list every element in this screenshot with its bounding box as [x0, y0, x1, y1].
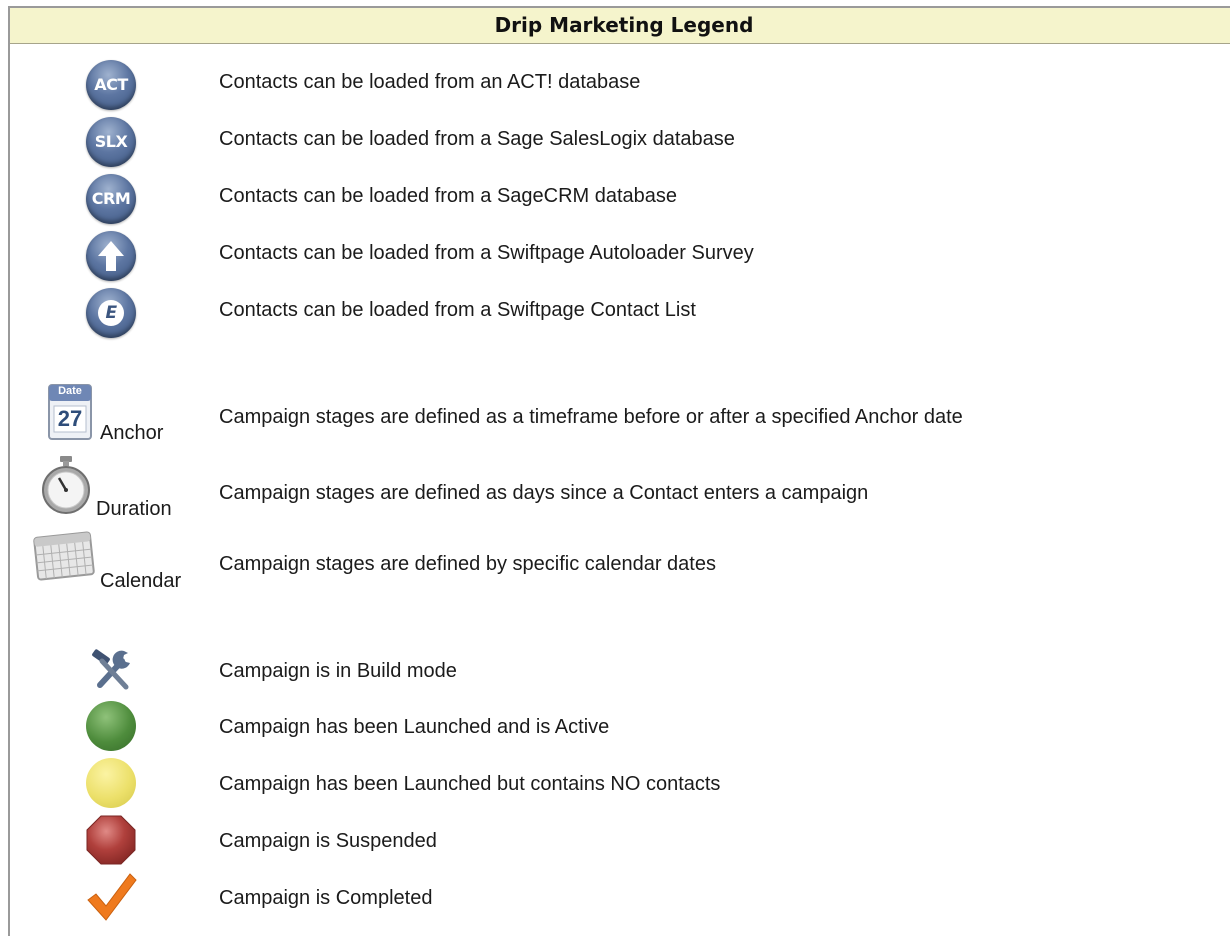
slx-badge-glyph: SLX — [94, 132, 128, 151]
legend-row-active: Campaign has been Launched and is Active — [10, 697, 1230, 753]
legend-text: Campaign has been Launched and is Active — [219, 716, 610, 738]
legend-panel: Drip Marketing Legend ACT Contacts can b… — [8, 6, 1230, 936]
legend-text: Campaign stages are defined as days sinc… — [219, 482, 869, 504]
legend-text: Campaign is Completed — [219, 887, 433, 909]
act-badge-glyph: ACT — [94, 75, 128, 94]
legend-row-act: ACT Contacts can be loaded from an ACT! … — [10, 56, 1230, 112]
legend-text: Campaign stages are defined by specific … — [219, 553, 716, 575]
anchor-date-icon: Date 27 — [48, 384, 92, 440]
e-badge-icon: E — [80, 284, 144, 340]
legend-row-contact-list: E Contacts can be loaded from a Swiftpag… — [10, 284, 1230, 340]
e-badge-glyph: E — [98, 300, 124, 326]
slx-badge-icon: SLX — [80, 113, 144, 169]
stage-label-duration: Duration — [96, 498, 172, 520]
legend-row-duration: Duration Campaign stages are defined as … — [10, 456, 1230, 522]
legend-row-build: Campaign is in Build mode — [10, 641, 1230, 697]
legend-row-crm: CRM Contacts can be loaded from a SageCR… — [10, 170, 1230, 226]
calendar-icon — [32, 529, 96, 583]
legend-text: Campaign is in Build mode — [219, 660, 457, 682]
checkmark-icon — [80, 868, 144, 924]
tools-icon — [80, 641, 144, 697]
legend-text: Contacts can be loaded from a Swiftpage … — [219, 299, 696, 321]
legend-text: Contacts can be loaded from an ACT! data… — [219, 71, 641, 93]
legend-row-autoloader: Contacts can be loaded from a Swiftpage … — [10, 227, 1230, 283]
legend-text: Campaign stages are defined as a timefra… — [219, 406, 963, 428]
legend-text: Contacts can be loaded from a Swiftpage … — [219, 242, 754, 264]
yellow-dot-icon — [80, 754, 144, 810]
anchor-date-number: 27 — [57, 406, 83, 431]
legend-text: Contacts can be loaded from a Sage Sales… — [219, 128, 735, 150]
legend-text: Campaign is Suspended — [219, 830, 437, 852]
legend-text: Campaign has been Launched but contains … — [219, 773, 721, 795]
stage-label-calendar: Calendar — [100, 570, 182, 592]
crm-badge-glyph: CRM — [91, 189, 131, 208]
legend-row-completed: Campaign is Completed — [10, 868, 1230, 924]
stage-label-anchor: Anchor — [100, 422, 164, 444]
legend-row-slx: SLX Contacts can be loaded from a Sage S… — [10, 113, 1230, 169]
upload-arrow-icon — [80, 227, 144, 283]
act-badge-icon: ACT — [80, 56, 144, 112]
anchor-date-word: Date — [58, 385, 82, 397]
legend-row-suspended: Campaign is Suspended — [10, 811, 1230, 867]
legend-text: Contacts can be loaded from a SageCRM da… — [219, 185, 678, 207]
green-dot-icon — [80, 697, 144, 753]
legend-row-no-contacts: Campaign has been Launched but contains … — [10, 754, 1230, 810]
stopwatch-icon — [40, 456, 92, 516]
legend-row-anchor: Date 27 Anchor Campaign stages are defin… — [10, 384, 1230, 450]
legend-row-calendar: Calendar Campaign stages are defined by … — [10, 525, 1230, 592]
stop-octagon-icon — [80, 811, 144, 867]
crm-badge-icon: CRM — [80, 170, 144, 226]
legend-title: Drip Marketing Legend — [10, 8, 1230, 44]
